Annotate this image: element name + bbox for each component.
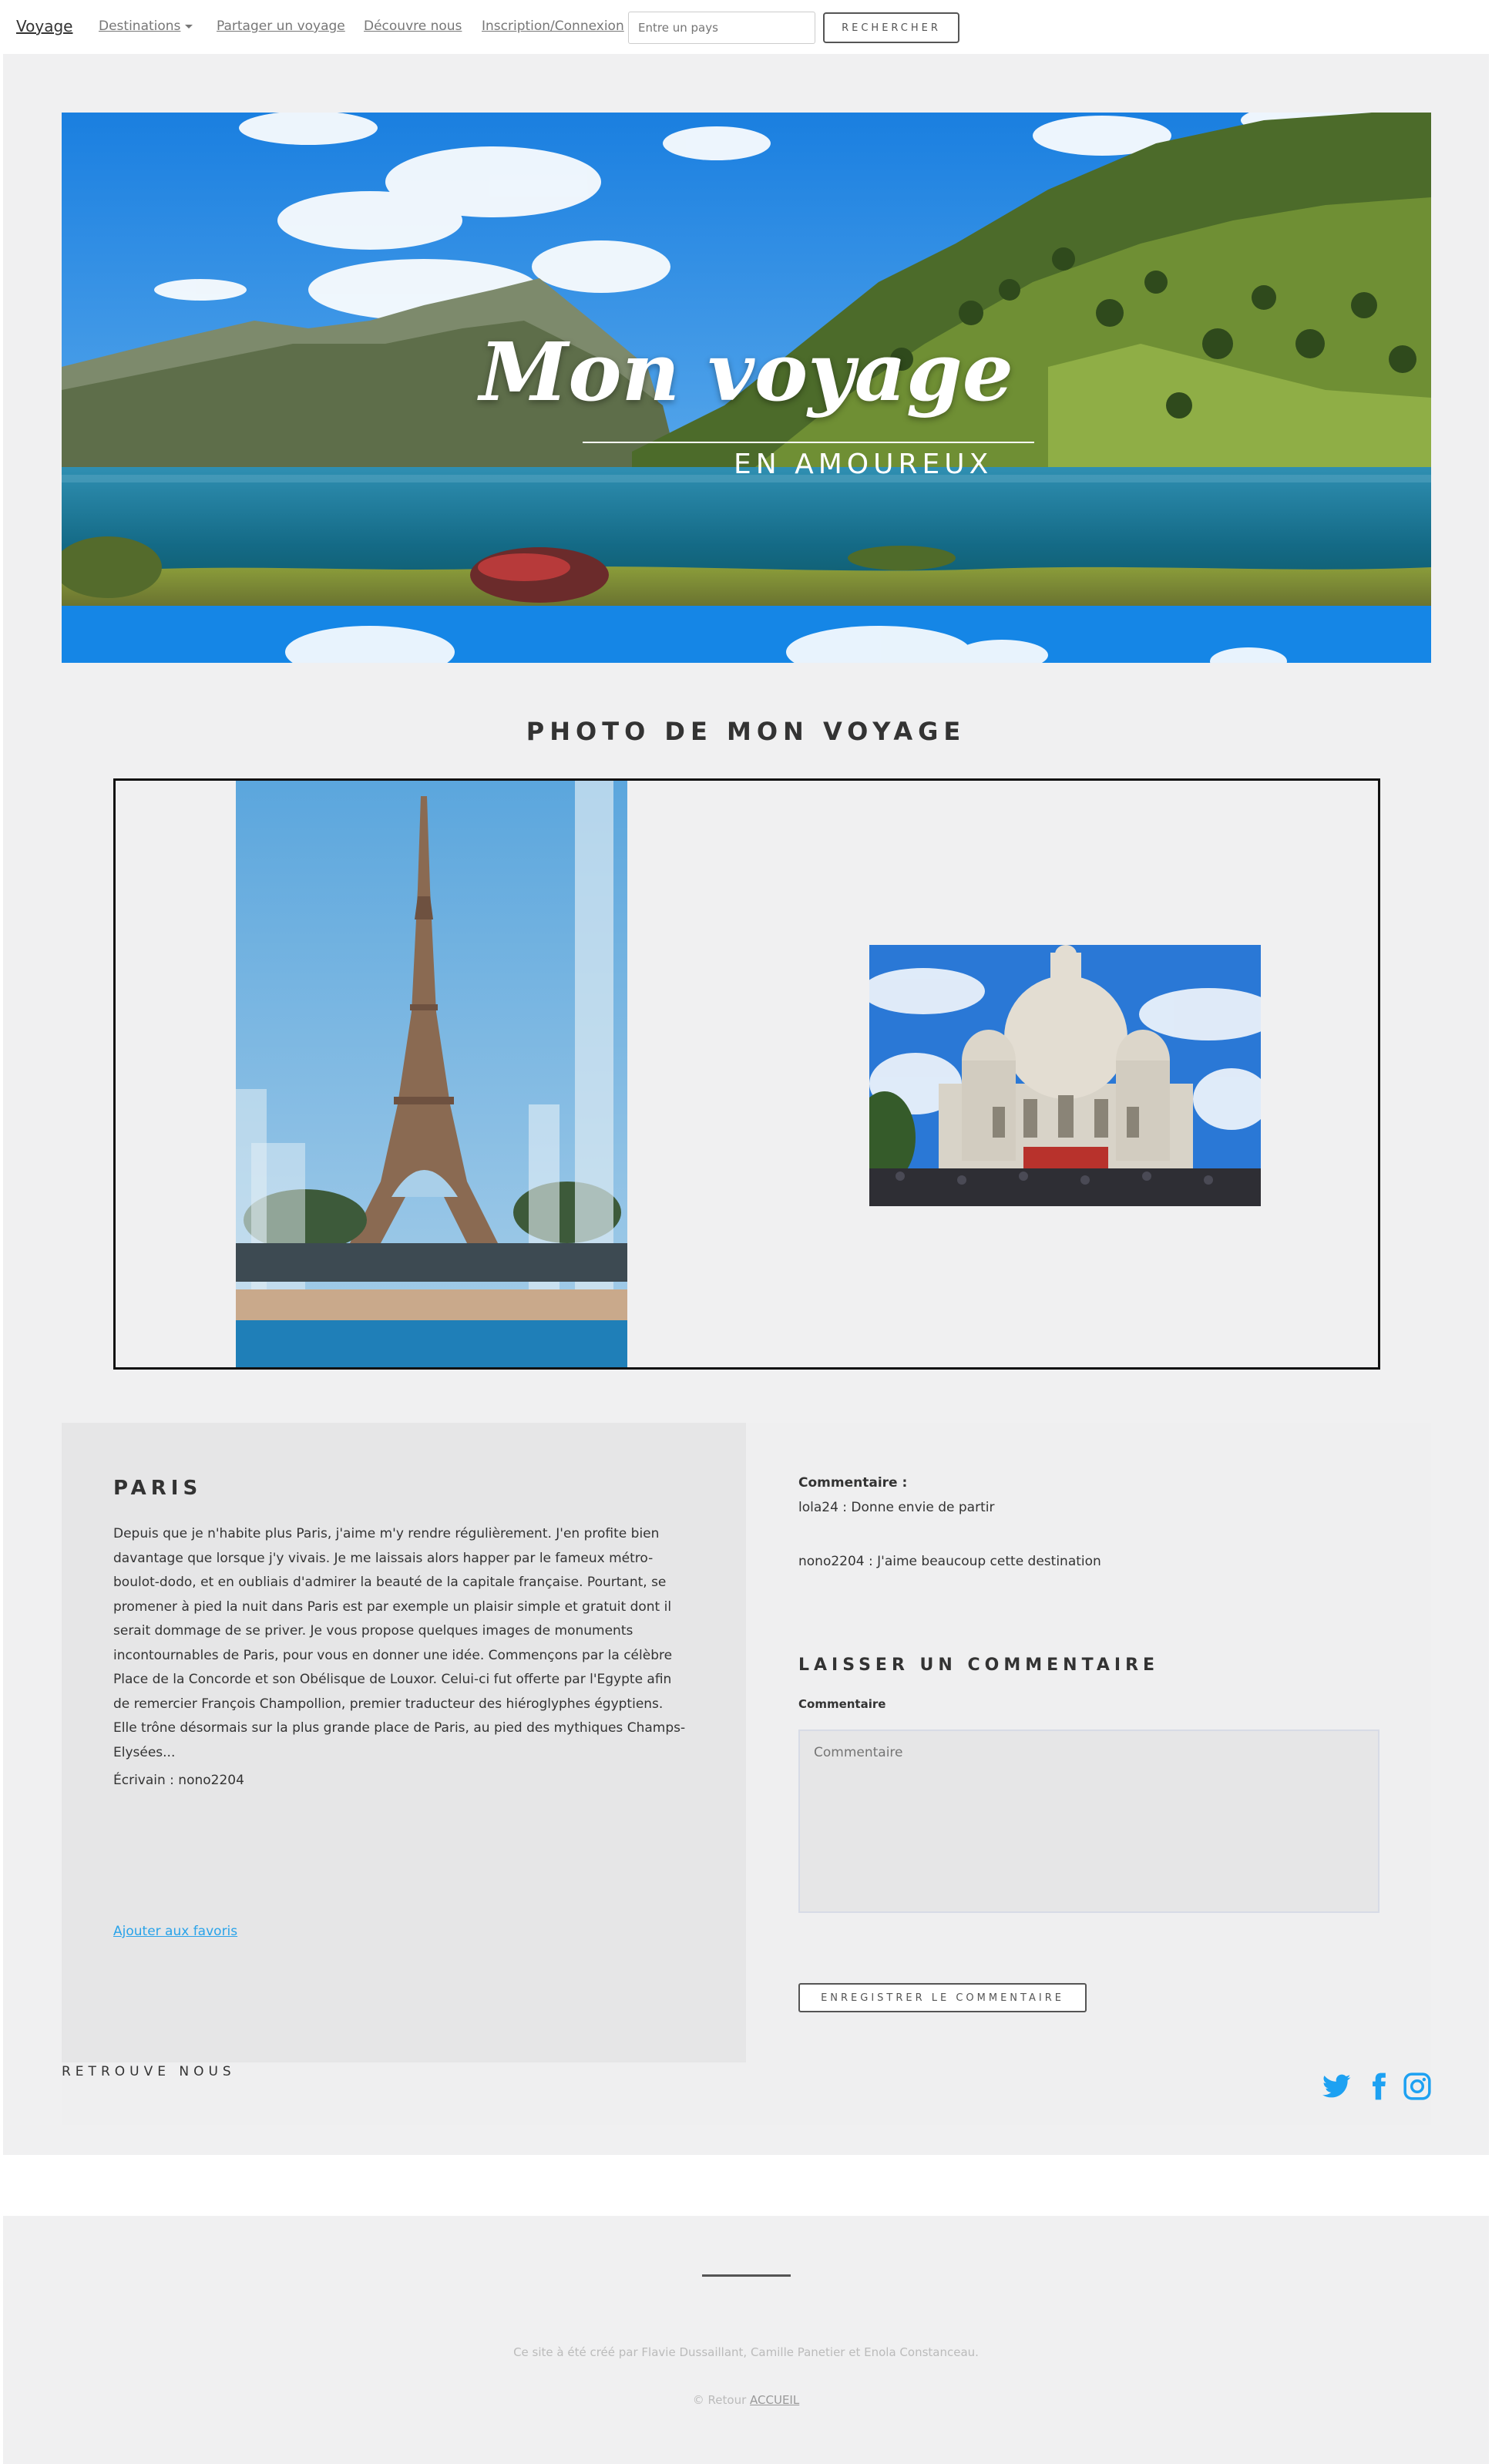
navbar: Voyage Destinations Partager un voyage D… — [0, 0, 1492, 54]
gallery-title: PHOTO DE MON VOYAGE — [526, 717, 966, 746]
photo-sacre-coeur[interactable] — [869, 945, 1261, 1206]
home-link[interactable]: ACCUEIL — [750, 2393, 799, 2407]
add-to-favorites-link[interactable]: Ajouter aux favoris — [113, 1924, 237, 1939]
nav-destinations-label: Destinations — [99, 18, 181, 34]
hero-banner: Mon voyage EN AMOUREUX — [62, 113, 1431, 663]
footer-credits: Ce site à été créé par Flavie Dussaillan… — [513, 2345, 979, 2359]
twitter-link[interactable] — [1322, 2072, 1352, 2101]
facebook-link[interactable] — [1364, 2072, 1393, 2101]
photo-eiffel-tower[interactable] — [236, 781, 627, 1367]
brand-link[interactable]: Voyage — [16, 17, 72, 35]
nav-signup-login[interactable]: Inscription/Connexion — [482, 18, 624, 34]
comment-field-label: Commentaire — [798, 1697, 886, 1711]
comment-item: lola24 : Donne envie de partir — [798, 1500, 995, 1515]
follow-us-label: RETROUVE NOUS — [62, 2064, 236, 2079]
save-comment-button[interactable]: ENREGISTRER LE COMMENTAIRE — [798, 1983, 1087, 2012]
caret-down-icon — [185, 24, 193, 29]
article-writer: Écrivain : nono2204 — [113, 1773, 244, 1788]
hero-title-wrap: Mon voyage — [62, 324, 1431, 419]
hero-divider — [583, 442, 1034, 443]
footer — [3, 2216, 1489, 2464]
instagram-link[interactable] — [1403, 2072, 1432, 2101]
nav-discover-us[interactable]: Découvre nous — [364, 18, 462, 34]
comment-textarea[interactable] — [798, 1730, 1379, 1913]
article-body: Depuis que je n'habite plus Paris, j'aim… — [113, 1526, 686, 1760]
eiffel-tower-image — [236, 781, 627, 1367]
photo-gallery — [113, 778, 1380, 1370]
comments-label: Commentaire : — [798, 1475, 908, 1491]
comment-item: nono2204 : J'aime beaucoup cette destina… — [798, 1554, 1101, 1569]
leave-comment-title: LAISSER UN COMMENTAIRE — [798, 1656, 1160, 1675]
sacre-coeur-image — [869, 945, 1261, 1206]
search-button[interactable]: RECHERCHER — [823, 12, 959, 43]
hero-subtitle: EN AMOUREUX — [734, 449, 993, 480]
nav-destinations-dropdown[interactable]: Destinations — [99, 18, 193, 34]
twitter-icon — [1322, 2074, 1351, 2098]
instagram-icon — [1403, 2072, 1431, 2100]
footer-divider — [702, 2274, 791, 2277]
search-input[interactable] — [628, 12, 815, 44]
hero-title: Mon voyage — [479, 324, 1013, 419]
article-city-title: PARIS — [113, 1477, 203, 1500]
footer-copyright: © Retour ACCUEIL — [0, 2393, 1492, 2407]
facebook-icon — [1373, 2072, 1386, 2100]
nav-share-trip[interactable]: Partager un voyage — [217, 18, 345, 34]
copyright-text: © Retour — [692, 2393, 747, 2407]
